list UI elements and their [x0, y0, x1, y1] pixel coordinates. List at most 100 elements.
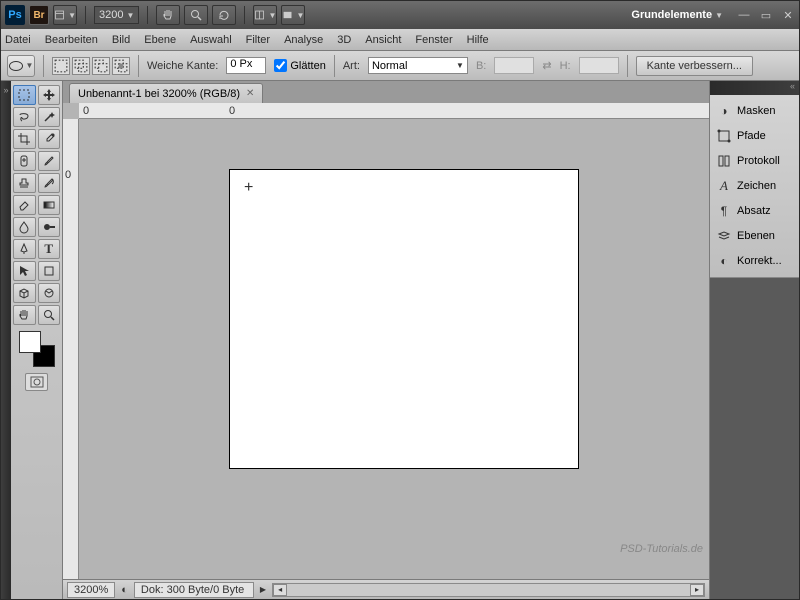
- foreground-color-swatch[interactable]: [19, 331, 41, 353]
- character-icon: A: [716, 178, 732, 194]
- status-zoom[interactable]: 3200%: [67, 582, 115, 598]
- feather-input[interactable]: 0 Px: [226, 57, 266, 74]
- menu-hilfe[interactable]: Hilfe: [467, 34, 489, 46]
- arrange-dropdown[interactable]: ▼: [253, 5, 277, 25]
- bridge-icon[interactable]: Br: [29, 5, 49, 25]
- ruler-vertical[interactable]: 0: [63, 119, 79, 579]
- menu-auswahl[interactable]: Auswahl: [190, 34, 232, 46]
- menu-bearbeiten[interactable]: Bearbeiten: [45, 34, 98, 46]
- blur-tool[interactable]: [13, 217, 36, 237]
- selection-add-icon[interactable]: [72, 57, 90, 75]
- 3d-camera-tool[interactable]: [38, 283, 61, 303]
- masks-icon: ◑: [716, 103, 732, 119]
- menu-ebene[interactable]: Ebene: [144, 34, 176, 46]
- panel-absatz[interactable]: ¶Absatz: [712, 199, 797, 223]
- type-tool[interactable]: T: [38, 239, 61, 259]
- history-brush-tool[interactable]: [38, 173, 61, 193]
- hand-tool[interactable]: [13, 305, 36, 325]
- selection-subtract-icon[interactable]: [92, 57, 110, 75]
- healing-tool[interactable]: [13, 151, 36, 171]
- menu-fenster[interactable]: Fenster: [415, 34, 452, 46]
- selection-intersect-icon[interactable]: [112, 57, 130, 75]
- ruler-horizontal[interactable]: 0 0: [79, 103, 709, 119]
- tab-close-icon[interactable]: ✕: [246, 88, 254, 99]
- menu-ansicht[interactable]: Ansicht: [365, 34, 401, 46]
- status-docsize[interactable]: Dok: 300 Byte/0 Byte: [134, 582, 254, 598]
- panel-masken[interactable]: ◑Masken: [712, 99, 797, 123]
- antialias-checkbox[interactable]: Glätten: [274, 59, 325, 72]
- stamp-tool[interactable]: [13, 173, 36, 193]
- 3d-tool[interactable]: [13, 283, 36, 303]
- marquee-tool[interactable]: [13, 85, 36, 105]
- watermark: PSD-Tutorials.de: [620, 543, 703, 555]
- move-tool[interactable]: [38, 85, 61, 105]
- width-input: [494, 57, 534, 74]
- document-tabbar: Unbenannt-1 bei 3200% (RGB/8) ✕: [63, 81, 709, 103]
- workspace-switcher[interactable]: Grundelemente▼: [625, 9, 729, 21]
- menu-datei[interactable]: Datei: [5, 34, 31, 46]
- height-input: [579, 57, 619, 74]
- style-label: Art:: [343, 60, 360, 72]
- rotate-view-icon[interactable]: [212, 5, 236, 25]
- options-bar: ▼ Weiche Kante: 0 Px Glätten Art: Normal…: [1, 51, 799, 81]
- status-bar: 3200% ◐ Dok: 300 Byte/0 Byte ▶ ◂ ▸: [63, 579, 709, 599]
- style-select[interactable]: Normal▼: [368, 57, 468, 74]
- paths-icon: [716, 128, 732, 144]
- panel-ebenen[interactable]: Ebenen: [712, 224, 797, 248]
- screenmode-dropdown[interactable]: ▼: [281, 5, 305, 25]
- eraser-tool[interactable]: [13, 195, 36, 215]
- wand-tool[interactable]: [38, 107, 61, 127]
- layout-dropdown[interactable]: ▼: [53, 5, 77, 25]
- hand-tool-icon[interactable]: [156, 5, 180, 25]
- zoom-tool-icon[interactable]: [184, 5, 208, 25]
- refine-edge-button[interactable]: Kante verbessern...: [636, 56, 753, 76]
- scroll-left-icon[interactable]: ◂: [273, 584, 287, 596]
- expand-arrow-icon[interactable]: »: [3, 85, 8, 599]
- panel-protokoll[interactable]: Protokoll: [712, 149, 797, 173]
- lasso-tool[interactable]: [13, 107, 36, 127]
- left-dock-collapse[interactable]: »: [1, 81, 11, 599]
- canvas-viewport[interactable]: + PSD-Tutorials.de: [79, 119, 709, 579]
- close-icon[interactable]: ✕: [781, 8, 795, 22]
- photoshop-icon[interactable]: Ps: [5, 5, 25, 25]
- dodge-tool[interactable]: [38, 217, 61, 237]
- shape-tool[interactable]: [38, 261, 61, 281]
- pen-tool[interactable]: [13, 239, 36, 259]
- cursor-crosshair-icon: +: [244, 179, 253, 197]
- document-area: Unbenannt-1 bei 3200% (RGB/8) ✕ 0 0 0 + …: [63, 81, 709, 599]
- maximize-icon[interactable]: ▭: [759, 8, 773, 22]
- canvas[interactable]: [229, 169, 579, 469]
- adjustments-icon: ◐: [716, 253, 732, 269]
- eyedropper-tool[interactable]: [38, 129, 61, 149]
- right-panel-dock: « ◑Masken Pfade Protokoll AZeichen ¶Absa…: [709, 81, 799, 599]
- collapse-arrow-icon[interactable]: «: [790, 81, 795, 95]
- minimize-icon[interactable]: —: [737, 8, 751, 22]
- menu-bild[interactable]: Bild: [112, 34, 130, 46]
- gradient-tool[interactable]: [38, 195, 61, 215]
- antialias-check-icon[interactable]: [274, 59, 287, 72]
- path-select-tool[interactable]: [13, 261, 36, 281]
- selection-new-icon[interactable]: [52, 57, 70, 75]
- title-bar: Ps Br ▼ 3200▼ ▼ ▼ Grundelemente▼ — ▭ ✕: [1, 1, 799, 29]
- status-dropdown-icon[interactable]: ▶: [260, 585, 266, 594]
- brush-tool[interactable]: [38, 151, 61, 171]
- zoom-field[interactable]: 3200▼: [94, 6, 139, 24]
- width-label: B:: [476, 60, 486, 72]
- panel-pfade[interactable]: Pfade: [712, 124, 797, 148]
- quickmask-toggle[interactable]: [25, 373, 48, 391]
- scrollbar-horizontal[interactable]: ◂ ▸: [272, 583, 705, 597]
- panel-zeichen[interactable]: AZeichen: [712, 174, 797, 198]
- crop-tool[interactable]: [13, 129, 36, 149]
- scroll-right-icon[interactable]: ▸: [690, 584, 704, 596]
- menu-filter[interactable]: Filter: [246, 34, 270, 46]
- menu-bar: Datei Bearbeiten Bild Ebene Auswahl Filt…: [1, 29, 799, 51]
- panel-korrekturen[interactable]: ◐Korrekt...: [712, 249, 797, 273]
- layers-icon: [716, 228, 732, 244]
- menu-analyse[interactable]: Analyse: [284, 34, 323, 46]
- status-profile-icon[interactable]: ◐: [121, 584, 128, 596]
- menu-3d[interactable]: 3D: [337, 34, 351, 46]
- current-tool-indicator[interactable]: ▼: [7, 55, 35, 77]
- color-swatches[interactable]: [19, 331, 55, 367]
- document-tab[interactable]: Unbenannt-1 bei 3200% (RGB/8) ✕: [69, 83, 263, 103]
- zoom-tool[interactable]: [38, 305, 61, 325]
